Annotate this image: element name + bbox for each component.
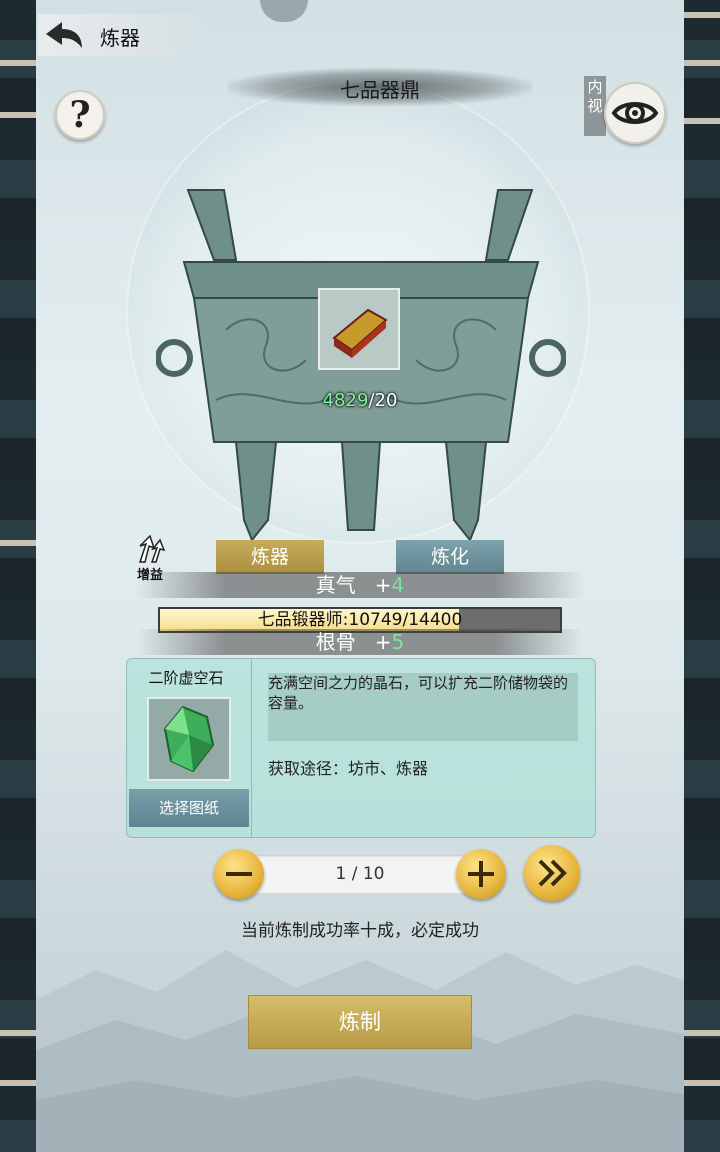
header-bar: 炼器 bbox=[38, 14, 208, 56]
arrows-up-icon bbox=[138, 534, 166, 563]
tab-refine[interactable]: 炼器 bbox=[216, 540, 324, 574]
item-left-column: 二阶虚空石 选择图纸 bbox=[127, 659, 252, 837]
tab-smelt[interactable]: 炼化 bbox=[396, 540, 504, 574]
decrease-button[interactable] bbox=[214, 849, 264, 899]
material-count: 4829/20 bbox=[300, 390, 420, 411]
material-have: 4829 bbox=[322, 390, 369, 411]
forge-button-label: 炼制 bbox=[339, 1010, 381, 1034]
help-button[interactable]: ? bbox=[55, 90, 105, 140]
max-quantity-button[interactable] bbox=[524, 845, 580, 901]
page-title: 炼器 bbox=[100, 26, 140, 50]
stat-row-qi: 真气 +4 bbox=[136, 572, 584, 598]
question-icon: ? bbox=[69, 94, 91, 136]
quantity-display: 1 / 10 bbox=[238, 855, 482, 893]
item-icon-slot[interactable] bbox=[147, 697, 231, 781]
item-description-box: 充满空间之力的晶石，可以扩充二阶储物袋的容量。 bbox=[268, 673, 578, 741]
stat-row-bone: 根骨 +5 bbox=[136, 629, 584, 655]
success-rate-hint: 当前炼制成功率十成，必定成功 bbox=[241, 921, 479, 941]
inner-view-label: 内视 bbox=[584, 76, 606, 136]
quantity-text: 1 / 10 bbox=[335, 864, 385, 884]
material-slot[interactable] bbox=[318, 288, 400, 370]
select-blueprint-button[interactable]: 选择图纸 bbox=[129, 789, 249, 827]
stat-plus: + bbox=[374, 630, 392, 654]
eye-icon bbox=[611, 102, 659, 124]
cauldron-name: 七品器鼎 bbox=[340, 78, 420, 102]
right-border-decoration bbox=[684, 0, 720, 1152]
item-name: 二阶虚空石 bbox=[148, 669, 224, 687]
inner-view-button[interactable] bbox=[604, 82, 666, 144]
stat-plus: + bbox=[374, 573, 392, 597]
left-border-decoration bbox=[0, 0, 36, 1152]
plus-icon bbox=[468, 861, 494, 887]
double-chevron-right-icon bbox=[538, 859, 567, 887]
progress-label: 七品锻器师:10749/14400 bbox=[257, 610, 463, 630]
item-description: 充满空间之力的晶石，可以扩充二阶储物袋的容量。 bbox=[268, 674, 569, 712]
stat-value: 5 bbox=[391, 630, 405, 654]
stat-name: 真气 bbox=[315, 573, 356, 597]
green-crystal-icon bbox=[163, 705, 215, 773]
back-arrow-icon[interactable] bbox=[42, 18, 86, 52]
item-info-panel: 二阶虚空石 选择图纸 充满空间之力的晶石，可以扩充二阶储物袋的容量。 获取途径：… bbox=[126, 658, 596, 838]
material-need: /20 bbox=[368, 390, 398, 411]
item-source: 获取途径：坊市、炼器 bbox=[268, 759, 429, 778]
stat-value: 4 bbox=[391, 573, 405, 597]
minus-icon bbox=[226, 872, 252, 876]
gold-ingot-icon bbox=[332, 308, 388, 358]
forge-button[interactable]: 炼制 bbox=[248, 995, 472, 1049]
cauldron-title-banner: 七品器鼎 bbox=[228, 68, 532, 106]
stat-name: 根骨 bbox=[315, 630, 356, 654]
increase-button[interactable] bbox=[456, 849, 506, 899]
